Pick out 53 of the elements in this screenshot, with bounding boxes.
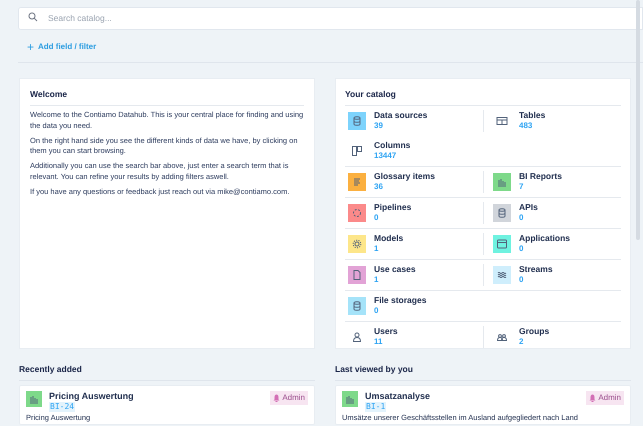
catalog-item-count: 13447 xyxy=(374,151,398,162)
gear-icon xyxy=(351,238,363,250)
admin-badge: Admin xyxy=(270,390,308,405)
catalog-item-label[interactable]: File storages xyxy=(374,295,426,306)
user-icon xyxy=(351,330,363,343)
catalog-item-count: 39 xyxy=(374,121,384,132)
cycle-icon xyxy=(351,206,363,219)
catalog-item-count: 0 xyxy=(519,275,524,286)
catalog-item-label[interactable]: Streams xyxy=(519,264,553,274)
catalog-item-count: 483 xyxy=(519,121,534,132)
catalog-item-label[interactable]: Pipelines xyxy=(374,202,412,212)
table-icon xyxy=(496,114,508,127)
catalog-item-label[interactable]: Columns xyxy=(374,140,410,150)
catalog-item-count: 1 xyxy=(374,244,380,254)
catalog-item-label[interactable]: Data sources xyxy=(374,110,428,120)
database-icon xyxy=(496,206,508,219)
catalog-item-count: 2 xyxy=(519,337,524,348)
catalog-item-label[interactable]: Glossary items xyxy=(374,171,435,182)
catalog-item-label[interactable]: Groups xyxy=(519,326,550,336)
document-icon xyxy=(351,268,363,281)
item-code: BI-24 xyxy=(49,402,76,412)
bell-icon xyxy=(273,394,280,402)
catalog-item-label[interactable]: BI Reports xyxy=(519,171,562,182)
catalog-item-count: 0 xyxy=(519,213,524,224)
bell-icon xyxy=(589,394,596,402)
section-title: Recently added xyxy=(19,363,315,381)
catalog-item-label[interactable]: Use cases xyxy=(374,264,416,274)
catalog-item-label[interactable]: Users xyxy=(374,326,398,336)
catalog-item-count: 36 xyxy=(374,182,384,192)
card-title: Welcome xyxy=(30,88,304,106)
window-icon xyxy=(496,238,508,250)
catalog-item-label[interactable]: Models xyxy=(374,233,404,244)
database-icon xyxy=(351,300,363,312)
search-field[interactable]: Search catalog... xyxy=(18,6,643,30)
card-title: Your catalog xyxy=(345,88,621,106)
catalog-item-count: 1 xyxy=(374,275,380,286)
section-title: Last viewed by you xyxy=(335,363,631,381)
item-code: BI-1 xyxy=(365,402,386,412)
item-name[interactable]: Pricing Auswertung xyxy=(49,390,134,401)
search-icon xyxy=(28,12,38,22)
catalog-item-count: 7 xyxy=(519,182,524,192)
admin-badge: Admin xyxy=(586,390,624,405)
catalog-item-count: 0 xyxy=(374,306,380,316)
catalog-item-label[interactable]: Tables xyxy=(519,110,546,120)
columns-icon xyxy=(351,144,363,157)
catalog-item-label[interactable]: APIs xyxy=(519,202,538,212)
item-name[interactable]: Umsatzanalyse xyxy=(365,390,430,401)
catalog-item-count: 0 xyxy=(374,213,380,224)
catalog-item-label[interactable]: Applications xyxy=(519,233,570,244)
catalog-item-count: 0 xyxy=(519,244,524,254)
catalog-item-count: 11 xyxy=(374,337,384,348)
database-icon xyxy=(351,114,363,127)
lines-icon xyxy=(351,176,363,188)
